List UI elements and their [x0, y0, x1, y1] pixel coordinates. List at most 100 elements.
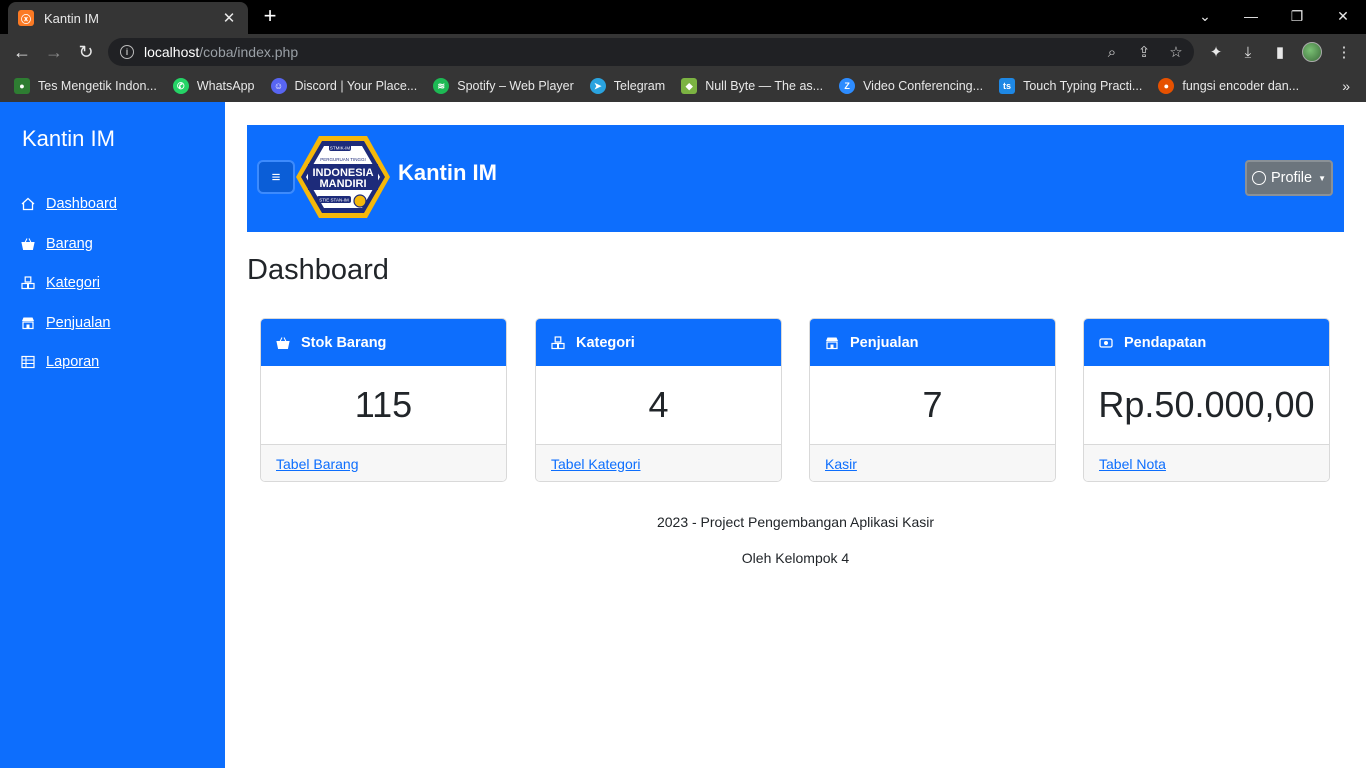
card-title: Penjualan [850, 334, 919, 351]
basket-icon [20, 236, 36, 252]
card-title: Pendapatan [1124, 334, 1207, 351]
bookmark-item[interactable]: ➤ Telegram [589, 78, 666, 94]
basket-icon [275, 335, 291, 351]
forward-button[interactable]: → [40, 38, 68, 66]
card-footer: Tabel Nota [1084, 445, 1329, 481]
browser-tab-strip: ⓧ Kantin IM ✕ + ⌄ — ❐ ✕ [0, 0, 1366, 34]
more-bookmarks-icon[interactable]: » [1342, 78, 1350, 94]
bookmark-label: Null Byte — The as... [705, 79, 824, 93]
tabel-barang-link[interactable]: Tabel Barang [276, 456, 359, 472]
bookmark-item[interactable]: ✆ WhatsApp [172, 78, 255, 94]
bookmark-label: fungsi encoder dan... [1182, 79, 1300, 93]
tab-search-chevron-icon[interactable]: ⌄ [1182, 0, 1228, 32]
profile-avatar[interactable] [1298, 38, 1326, 66]
boxes-icon [550, 335, 566, 351]
sidebar-item-kategori[interactable]: Kategori [20, 273, 117, 293]
cash-icon [1098, 335, 1114, 351]
bookmark-item[interactable]: ☺ Discord | Your Place... [270, 78, 418, 94]
boxes-icon [20, 275, 36, 291]
sidebar-item-dashboard[interactable]: Dashboard [20, 194, 117, 214]
bookmark-label: Spotify – Web Player [457, 79, 574, 93]
logo-text: STIE STAN-IM [319, 198, 349, 203]
xampp-favicon-icon: ⓧ [18, 10, 34, 26]
back-button[interactable]: ← [8, 38, 36, 66]
bookmark-label: Tes Mengetik Indon... [38, 79, 157, 93]
user-circle-icon [1251, 171, 1266, 185]
bookmark-label: Telegram [613, 79, 666, 93]
profile-label: Profile [1270, 170, 1313, 186]
sidebar-item-laporan[interactable]: Laporan [20, 352, 117, 372]
sidebar-item-label: Penjualan [46, 314, 111, 331]
bookmark-item[interactable]: ● Tes Mengetik Indon... [14, 78, 157, 94]
spotify-icon: ≋ [433, 78, 450, 94]
minimize-button[interactable]: — [1228, 0, 1274, 32]
typing-site-icon: ts [999, 78, 1016, 94]
caret-down-icon: ▼ [1318, 173, 1327, 183]
duckduckgo-icon: ● [1158, 78, 1175, 94]
hamburger-icon: ≡ [271, 168, 281, 186]
sidebar-toggle-button[interactable]: ≡ [257, 160, 295, 194]
side-panel-icon[interactable]: ▮ [1266, 38, 1294, 66]
card-header: Stok Barang [261, 319, 506, 366]
sidebar-menu: Dashboard Barang Kategori Penjualan Lapo… [20, 194, 117, 392]
card-header: Kategori [536, 319, 781, 366]
reload-button[interactable]: ↻ [72, 38, 100, 66]
browser-tab[interactable]: ⓧ Kantin IM ✕ [8, 2, 248, 34]
new-tab-button[interactable]: + [258, 5, 282, 29]
share-icon[interactable]: ⇪ [1132, 38, 1156, 66]
footer-credit: 2023 - Project Pengembangan Aplikasi Kas… [656, 514, 935, 530]
card-header: Penjualan [810, 319, 1055, 366]
indonesia-mandiri-logo: STMIK-IM PERGURUAN TINGGI INDONESIA MAND… [296, 136, 390, 218]
bookmark-item[interactable]: ● fungsi encoder dan... [1158, 78, 1299, 94]
url-path: /coba/index.php [199, 44, 299, 60]
bookmark-label: Video Conferencing... [863, 79, 984, 93]
bookmark-label: Touch Typing Practi... [1023, 79, 1143, 93]
home-icon [20, 196, 36, 212]
shop-icon [20, 315, 36, 331]
sidebar-item-label: Kategori [46, 275, 101, 291]
bookmark-item[interactable]: Z Video Conferencing... [839, 78, 983, 94]
menu-kebab-icon[interactable]: ⋮ [1330, 38, 1358, 66]
card-footer: Tabel Barang [261, 445, 506, 481]
card-value: 7 [810, 366, 1055, 445]
page-viewport: Kantin IM Dashboard Barang Kategori Penj… [0, 102, 1366, 768]
sidebar-item-barang[interactable]: Barang [20, 234, 117, 254]
table-icon [20, 354, 36, 370]
bookmark-label: Discord | Your Place... [294, 79, 418, 93]
kasir-link[interactable]: Kasir [825, 456, 857, 472]
footer-team: Oleh Kelompok 4 [741, 550, 850, 566]
header-title[interactable]: Kantin IM [398, 160, 497, 186]
bookmark-item[interactable]: ◆ Null Byte — The as... [681, 78, 823, 94]
card-footer: Kasir [810, 445, 1055, 481]
bookmark-star-icon[interactable]: ☆ [1164, 38, 1188, 66]
download-icon[interactable]: ⤓ [1234, 38, 1262, 66]
bookmark-item[interactable]: ts Touch Typing Practi... [999, 78, 1142, 94]
whatsapp-icon: ✆ [172, 78, 189, 94]
discord-icon: ☺ [270, 78, 287, 94]
profile-dropdown-button[interactable]: Profile ▼ [1245, 160, 1333, 196]
sidebar: Kantin IM Dashboard Barang Kategori Penj… [0, 102, 225, 768]
tabel-nota-link[interactable]: Tabel Nota [1099, 456, 1166, 472]
page-title: Dashboard [247, 254, 389, 286]
restore-button[interactable]: ❐ [1274, 0, 1320, 32]
bookmark-favicon-icon: ● [14, 78, 30, 94]
extensions-puzzle-icon[interactable]: ✦ [1202, 38, 1230, 66]
card-footer: Tabel Kategori [536, 445, 781, 481]
logo-text: MANDIRI [319, 178, 366, 190]
telegram-icon: ➤ [589, 78, 606, 94]
sidebar-item-penjualan[interactable]: Penjualan [20, 313, 117, 333]
address-bar[interactable]: i localhost/coba/index.php [108, 38, 1194, 66]
browser-toolbar: ← → ↻ i localhost/coba/index.php ⌕ ⇪ ☆ ✦… [0, 34, 1366, 70]
close-window-button[interactable]: ✕ [1320, 0, 1366, 32]
zoom-search-icon[interactable]: ⌕ [1100, 38, 1124, 66]
sidebar-brand[interactable]: Kantin IM [22, 126, 115, 152]
bookmark-item[interactable]: ≋ Spotify – Web Player [433, 78, 574, 94]
card-value: 4 [536, 366, 781, 445]
close-tab-icon[interactable]: ✕ [220, 9, 238, 27]
site-info-icon[interactable]: i [120, 45, 134, 59]
logo-text: PERGURUAN TINGGI [320, 157, 365, 162]
null-byte-icon: ◆ [681, 78, 698, 94]
tabel-kategori-link[interactable]: Tabel Kategori [551, 456, 641, 472]
stat-card-penjualan: Penjualan 7 Kasir [809, 318, 1056, 482]
sidebar-item-label: Dashboard [46, 196, 117, 212]
